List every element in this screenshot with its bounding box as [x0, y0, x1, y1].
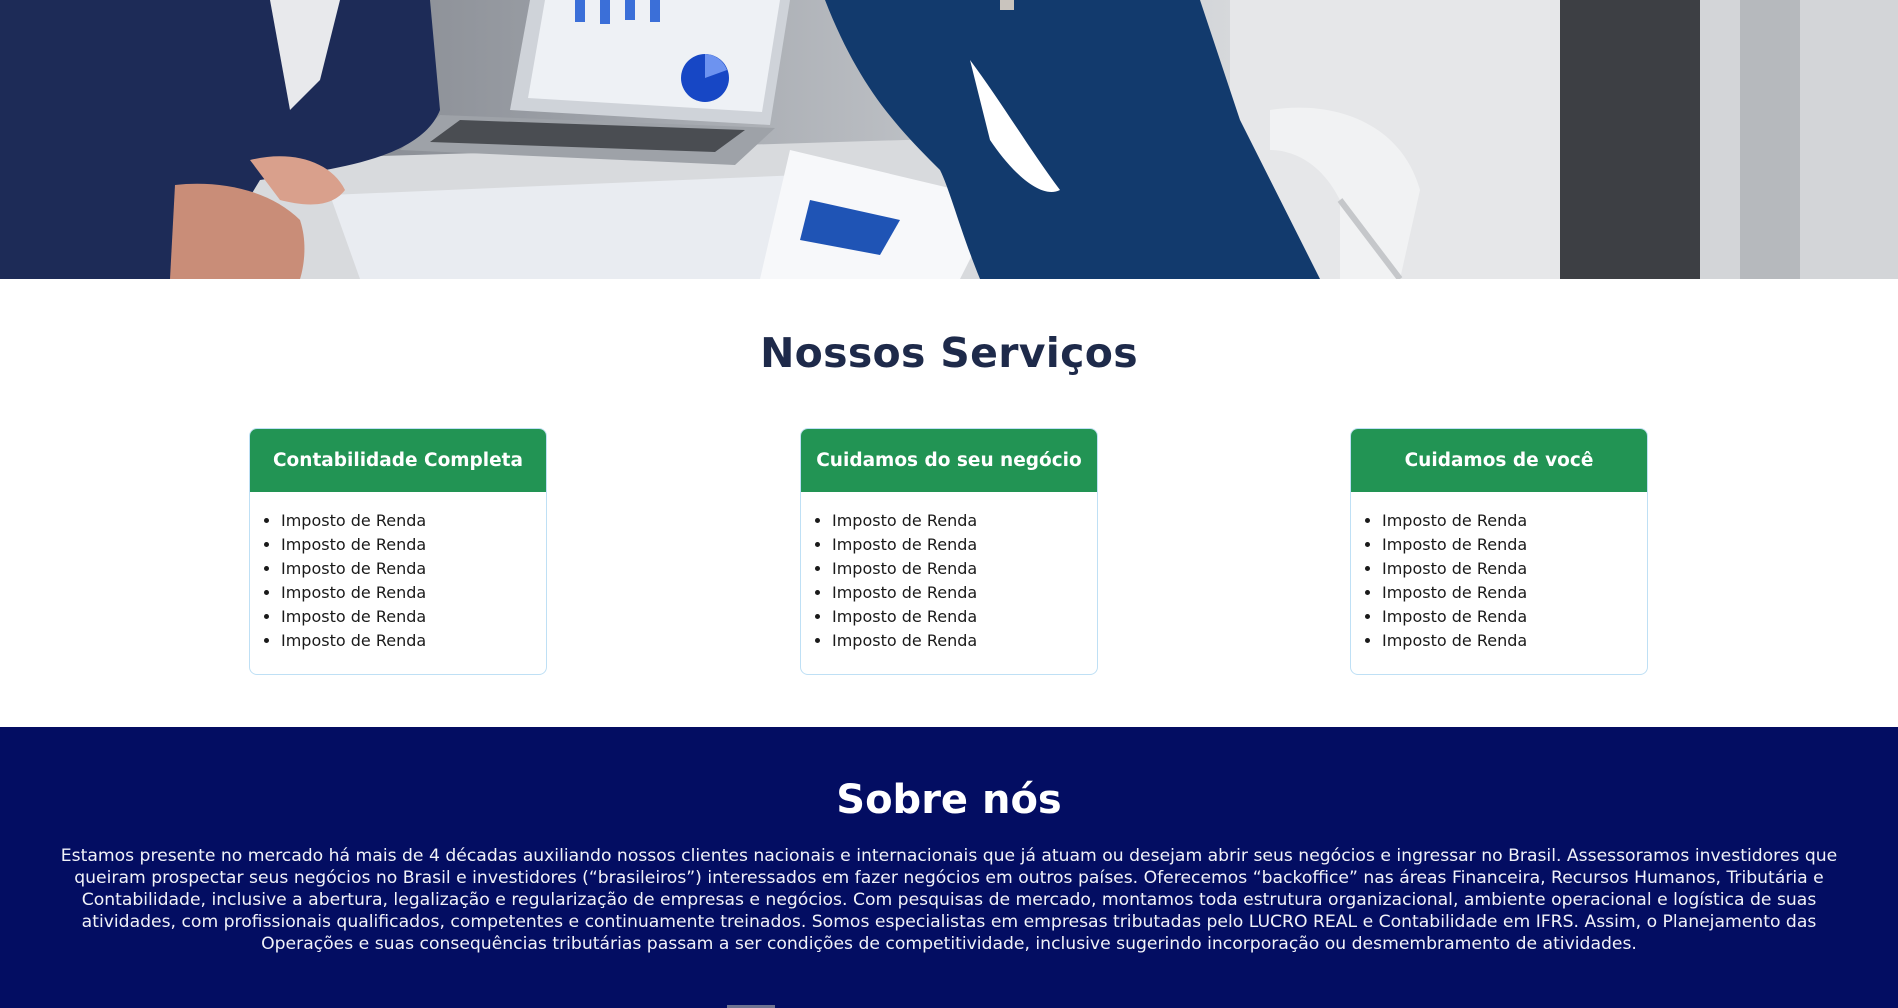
service-card-negocio: Cuidamos do seu negócio Imposto de Renda…	[800, 428, 1098, 675]
hero-image	[0, 0, 1898, 279]
list-item: Imposto de Renda	[281, 557, 546, 581]
list-item: Imposto de Renda	[832, 629, 1097, 653]
about-text: Estamos presente no mercado há mais de 4…	[60, 846, 1838, 954]
list-item: Imposto de Renda	[281, 533, 546, 557]
about-section: Sobre nós Estamos presente no mercado há…	[0, 727, 1898, 1008]
list-item: Imposto de Renda	[281, 509, 546, 533]
card-title: Cuidamos de você	[1351, 429, 1647, 492]
list-item: Imposto de Renda	[832, 509, 1097, 533]
list-item: Imposto de Renda	[832, 533, 1097, 557]
card-list: Imposto de Renda Imposto de Renda Impost…	[250, 509, 546, 653]
list-item: Imposto de Renda	[1382, 605, 1647, 629]
list-item: Imposto de Renda	[1382, 557, 1647, 581]
service-card-contabilidade: Contabilidade Completa Imposto de Renda …	[249, 428, 547, 675]
list-item: Imposto de Renda	[1382, 629, 1647, 653]
list-item: Imposto de Renda	[281, 629, 546, 653]
list-item: Imposto de Renda	[832, 605, 1097, 629]
card-list: Imposto de Renda Imposto de Renda Impost…	[801, 509, 1097, 653]
services-title: Nossos Serviços	[760, 329, 1138, 377]
card-title: Contabilidade Completa	[250, 429, 546, 492]
list-item: Imposto de Renda	[281, 605, 546, 629]
about-title: Sobre nós	[836, 777, 1062, 823]
services-section: Nossos Serviços Contabilidade Completa I…	[0, 279, 1898, 727]
service-card-voce: Cuidamos de você Imposto de Renda Impost…	[1350, 428, 1648, 675]
card-list: Imposto de Renda Imposto de Renda Impost…	[1351, 509, 1647, 653]
list-item: Imposto de Renda	[832, 557, 1097, 581]
list-item: Imposto de Renda	[1382, 509, 1647, 533]
list-item: Imposto de Renda	[832, 581, 1097, 605]
card-title: Cuidamos do seu negócio	[801, 429, 1097, 492]
office-meeting-photo	[0, 0, 1898, 279]
list-item: Imposto de Renda	[1382, 533, 1647, 557]
list-item: Imposto de Renda	[281, 581, 546, 605]
list-item: Imposto de Renda	[1382, 581, 1647, 605]
